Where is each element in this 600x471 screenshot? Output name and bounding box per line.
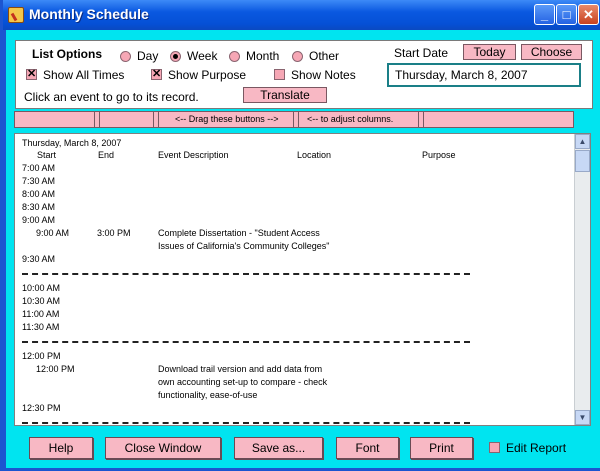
radio-week-label[interactable]: Week — [187, 49, 217, 63]
scroll-thumb[interactable] — [575, 150, 590, 172]
schedule-content: Thursday, March 8, 2007 Start End Event … — [15, 134, 575, 425]
event-description[interactable]: functionality, ease-of-use — [158, 390, 257, 400]
time-slot: 7:30 AM — [22, 176, 56, 186]
column-header-location: Location — [297, 150, 332, 160]
schedule-divider — [22, 422, 470, 424]
maximize-button[interactable]: □ — [556, 4, 577, 25]
click-event-hint: Click an event to go to its record. — [24, 90, 199, 104]
column-handle-description[interactable] — [293, 111, 299, 128]
event-description[interactable]: Complete Dissertation - "Student Access — [158, 228, 320, 238]
event-start[interactable]: 12:00 PM — [36, 364, 75, 374]
column-header-start: Start — [37, 150, 57, 160]
schedule-divider — [22, 273, 470, 275]
time-slot: 8:00 AM — [22, 189, 56, 199]
column-handle-end[interactable] — [153, 111, 159, 128]
column-adjust-bar: <-- Drag these buttons --> <-- to adjust… — [14, 111, 574, 128]
time-slot: 10:30 AM — [22, 296, 61, 306]
translate-button[interactable]: Translate — [243, 87, 327, 103]
time-slot: 12:00 PM — [22, 351, 61, 361]
time-slot: 11:30 AM — [22, 322, 60, 332]
scroll-up-icon[interactable]: ▲ — [575, 134, 590, 149]
event-end[interactable]: 3:00 PM — [97, 228, 131, 238]
schedule-list[interactable]: Thursday, March 8, 2007 Start End Event … — [14, 133, 591, 426]
radio-day-label[interactable]: Day — [137, 49, 158, 63]
schedule-divider — [22, 341, 470, 343]
column-header-description: Event Description — [158, 150, 229, 160]
list-options-panel: List Options Day Week Month Other ✕ Show… — [15, 40, 593, 109]
time-slot: 9:00 AM — [22, 215, 56, 225]
time-slot: 9:30 AM — [22, 254, 56, 264]
show-all-times-checkbox[interactable]: ✕ — [26, 69, 37, 80]
event-description[interactable]: Issues of California's Community College… — [158, 241, 329, 251]
scroll-down-icon[interactable]: ▼ — [575, 410, 590, 425]
print-button[interactable]: Print — [410, 437, 473, 459]
edit-report-label[interactable]: Edit Report — [506, 441, 566, 455]
show-notes-label[interactable]: Show Notes — [291, 68, 356, 82]
list-options-heading: List Options — [32, 47, 102, 61]
show-purpose-label[interactable]: Show Purpose — [168, 68, 246, 82]
minimize-button[interactable]: _ — [534, 4, 555, 25]
schedule-window: Monthly Schedule _ □ ✕ List Options Day … — [0, 0, 600, 471]
show-notes-checkbox[interactable] — [274, 69, 285, 80]
radio-month[interactable] — [229, 51, 240, 62]
column-handle-location[interactable] — [418, 111, 424, 128]
title-bar[interactable]: Monthly Schedule _ □ ✕ — [3, 0, 600, 30]
column-header-purpose: Purpose — [422, 150, 456, 160]
event-description[interactable]: Download trail version and add data from — [158, 364, 322, 374]
adjust-columns-label: <-- to adjust columns. — [307, 114, 394, 124]
radio-other[interactable] — [292, 51, 303, 62]
app-icon — [8, 7, 24, 23]
edit-report-checkbox[interactable] — [489, 442, 500, 453]
time-slot: 10:00 AM — [22, 283, 61, 293]
column-header-end: End — [98, 150, 115, 160]
start-date-label: Start Date — [394, 46, 449, 60]
time-slot: 8:30 AM — [22, 202, 56, 212]
show-purpose-checkbox[interactable]: ✕ — [151, 69, 162, 80]
event-description[interactable]: own accounting set-up to compare - check — [158, 377, 327, 387]
radio-other-label[interactable]: Other — [309, 49, 339, 63]
vertical-scrollbar[interactable]: ▲ ▼ — [574, 134, 590, 425]
help-button[interactable]: Help — [29, 437, 93, 459]
event-start[interactable]: 9:00 AM — [36, 228, 69, 238]
radio-week[interactable] — [170, 51, 181, 62]
drag-buttons-label: <-- Drag these buttons --> — [175, 114, 279, 124]
radio-month-label[interactable]: Month — [246, 49, 279, 63]
time-slot: 11:00 AM — [22, 309, 60, 319]
show-all-times-label[interactable]: Show All Times — [43, 68, 124, 82]
close-button[interactable]: ✕ — [578, 4, 599, 25]
close-window-button[interactable]: Close Window — [105, 437, 221, 459]
save-as-button[interactable]: Save as... — [234, 437, 323, 459]
window-title: Monthly Schedule — [29, 6, 149, 22]
schedule-date-header: Thursday, March 8, 2007 — [22, 138, 122, 148]
today-button[interactable]: Today — [463, 44, 516, 60]
font-button[interactable]: Font — [336, 437, 399, 459]
time-slot: 12:30 PM — [22, 403, 61, 413]
time-slot: 7:00 AM — [22, 163, 56, 173]
column-handle-start[interactable] — [94, 111, 100, 128]
radio-day[interactable] — [120, 51, 131, 62]
client-area: List Options Day Week Month Other ✕ Show… — [6, 30, 600, 468]
choose-date-button[interactable]: Choose — [521, 44, 582, 60]
start-date-field[interactable]: Thursday, March 8, 2007 — [387, 63, 581, 87]
